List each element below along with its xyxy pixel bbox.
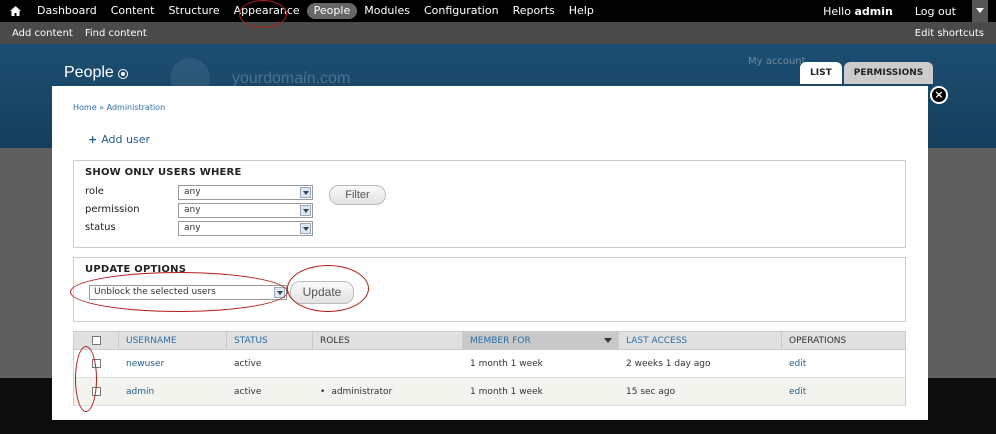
username-link[interactable]: admin [126, 387, 154, 397]
toolbar-item-modules[interactable]: Modules [357, 3, 417, 19]
row-checkbox[interactable] [92, 387, 101, 396]
update-legend: UPDATE OPTIONS [85, 264, 187, 275]
admin-toolbar: Dashboard Content Structure Appearance P… [0, 0, 996, 22]
toolbar-user-area: Hello admin Log out [823, 0, 996, 22]
status-select[interactable]: any [178, 221, 313, 236]
row-select-cell [74, 350, 119, 377]
update-options-fieldset: UPDATE OPTIONS Unblock the selected user… [73, 257, 906, 322]
toolbar-item-people[interactable]: People [306, 3, 358, 19]
overlay-panel: Home » Administration + Add user SHOW ONL… [52, 86, 928, 420]
hello-prefix: Hello [823, 4, 851, 18]
roles-cell: • administrator [313, 378, 463, 405]
update-operation-select[interactable]: Unblock the selected users [89, 285, 287, 300]
update-select-value: Unblock the selected users [94, 287, 216, 297]
status-select-value: any [184, 223, 201, 233]
member-for-cell: 1 month 1 week [470, 386, 543, 397]
table-header: USERNAME STATUS ROLES MEMBER FOR LAST AC… [73, 331, 906, 350]
header-member-for-label: MEMBER FOR [470, 335, 531, 346]
primary-tabs: LIST PERMISSIONS [800, 62, 935, 84]
shortcut-find-content[interactable]: Find content [79, 28, 153, 39]
permission-select[interactable]: any [178, 203, 313, 218]
breadcrumb: Home » Administration [73, 103, 165, 112]
last-access-cell: 2 weeks 1 day ago [626, 358, 711, 369]
select-all-checkbox[interactable] [91, 336, 101, 345]
chevron-down-icon [300, 205, 311, 216]
row-select-cell [74, 378, 119, 405]
logout-link[interactable]: Log out [915, 5, 956, 18]
edit-shortcuts-link[interactable]: Edit shortcuts [915, 28, 984, 39]
home-icon[interactable] [0, 0, 30, 22]
toolbar-item-structure[interactable]: Structure [161, 3, 226, 19]
last-access-cell: 15 sec ago [626, 386, 676, 397]
header-operations: OPERATIONS [789, 335, 847, 346]
shortcuts-bar: Add content Find content Edit shortcuts [0, 22, 996, 44]
users-table: USERNAME STATUS ROLES MEMBER FOR LAST AC… [73, 331, 906, 406]
close-icon[interactable]: × [930, 86, 948, 104]
status-cell: active [234, 358, 262, 369]
add-user-link[interactable]: + Add user [88, 133, 150, 146]
table-row: newuser active 1 month 1 week 2 weeks 1 … [73, 350, 906, 378]
operations-cell: edit [782, 378, 905, 405]
edit-link[interactable]: edit [789, 359, 806, 369]
toolbar-item-configuration[interactable]: Configuration [417, 3, 506, 19]
username-cell: newuser [119, 350, 227, 377]
username-cell: admin [119, 378, 227, 405]
member-for-cell: 1 month 1 week [470, 358, 543, 369]
status-cell: active [234, 386, 262, 397]
role-select[interactable]: any [178, 185, 313, 200]
username-link[interactable]: newuser [126, 359, 164, 369]
chevron-down-icon [300, 187, 311, 198]
toolbar-item-reports[interactable]: Reports [506, 3, 562, 19]
sort-desc-icon [604, 338, 612, 343]
edit-link[interactable]: edit [789, 387, 806, 397]
breadcrumb-home[interactable]: Home [73, 103, 97, 112]
row-checkbox[interactable] [92, 359, 101, 368]
toolbar-item-help[interactable]: Help [562, 3, 601, 19]
toolbar-item-appearance[interactable]: Appearance [227, 3, 307, 19]
role-select-value: any [184, 187, 201, 197]
chevron-down-icon [274, 287, 285, 298]
hello-username[interactable]: admin [854, 5, 892, 18]
filter-button[interactable]: Filter [329, 185, 386, 205]
filter-legend: SHOW ONLY USERS WHERE [85, 167, 242, 178]
add-user-label: Add user [101, 133, 151, 146]
toolbar-menu: Dashboard Content Structure Appearance P… [30, 0, 601, 22]
toolbar-item-dashboard[interactable]: Dashboard [30, 3, 104, 19]
filter-label-permission: permission [85, 204, 140, 215]
my-account-link[interactable]: My account [748, 56, 806, 67]
chevron-down-icon [976, 8, 984, 13]
tab-permissions[interactable]: PERMISSIONS [843, 62, 934, 84]
breadcrumb-separator: » [96, 103, 107, 112]
roles-cell [313, 350, 463, 377]
header-last-access[interactable]: LAST ACCESS [619, 332, 782, 349]
plus-icon: + [88, 133, 98, 146]
operations-cell: edit [782, 350, 905, 377]
bullet-icon: • [320, 386, 326, 397]
breadcrumb-administration[interactable]: Administration [107, 103, 166, 112]
header-roles: ROLES [313, 332, 463, 349]
update-button[interactable]: Update [290, 281, 354, 304]
filter-fieldset: SHOW ONLY USERS WHERE role permission st… [73, 160, 906, 248]
chevron-down-icon [300, 223, 311, 234]
permission-select-value: any [184, 205, 201, 215]
tab-list[interactable]: LIST [800, 62, 842, 84]
filter-label-status: status [85, 222, 116, 233]
header-username[interactable]: USERNAME [119, 332, 227, 349]
role-item: administrator [331, 386, 393, 397]
drawer-toggle[interactable] [972, 0, 988, 22]
header-member-for[interactable]: MEMBER FOR [463, 332, 619, 349]
header-status[interactable]: STATUS [227, 332, 313, 349]
toolbar-item-content[interactable]: Content [104, 3, 162, 19]
table-row: admin active • administrator 1 month 1 we… [73, 378, 906, 406]
page-title: People [64, 64, 114, 81]
select-all-cell [74, 332, 119, 349]
hello-text: Hello admin [823, 5, 893, 18]
add-shortcut-icon[interactable] [118, 69, 128, 79]
filter-label-role: role [85, 186, 104, 197]
shortcut-add-content[interactable]: Add content [0, 28, 79, 39]
